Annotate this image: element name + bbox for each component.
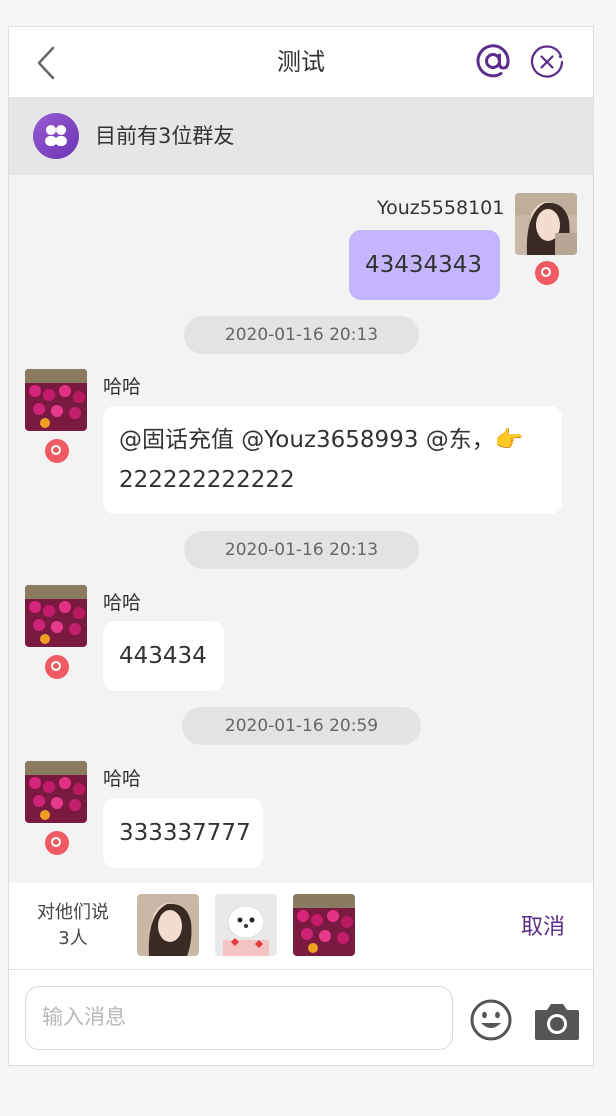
- mention-recipient-avatar[interactable]: [293, 894, 355, 956]
- camera-button[interactable]: [533, 1000, 581, 1042]
- avatar-other[interactable]: [25, 369, 87, 431]
- message-text-line: @固话充值 @Youz3658993 @东，👉: [119, 427, 524, 453]
- avatar-other[interactable]: [25, 761, 87, 823]
- exit-chat-button[interactable]: [529, 44, 565, 80]
- mention-count: 3人: [58, 928, 88, 949]
- message-list: Youz5558101 43434343 2020-01-16 20:13 哈哈…: [9, 175, 593, 883]
- cancel-mention-button[interactable]: 取消: [521, 909, 565, 941]
- input-bar: [9, 970, 593, 1065]
- sender-name: 哈哈: [103, 592, 142, 614]
- message-bubble[interactable]: 333337777: [103, 798, 263, 868]
- message-text-line: 222222222222: [119, 467, 295, 493]
- avatar-other[interactable]: [25, 585, 87, 647]
- timestamp: 2020-01-16 20:13: [184, 316, 419, 354]
- camera-icon: [535, 1004, 579, 1040]
- sender-name: Youz5558101: [377, 197, 505, 219]
- group-count-text: 目前有3位群友: [95, 124, 235, 148]
- at-mention-icon: [476, 44, 510, 78]
- group-member-bar[interactable]: 目前有3位群友: [9, 97, 593, 175]
- message-input[interactable]: [25, 986, 453, 1050]
- mention-button[interactable]: [475, 43, 511, 79]
- message-bubble[interactable]: @固话充值 @Youz3658993 @东，👉 222222222222: [103, 406, 562, 514]
- mention-recipients-bar: 对他们说 3人 取消: [9, 883, 593, 970]
- emoji-icon: [470, 999, 512, 1041]
- member-badge-icon: [535, 261, 559, 285]
- emoji-button[interactable]: [469, 998, 513, 1042]
- message-bubble[interactable]: 43434343: [349, 230, 500, 300]
- avatar-self[interactable]: [515, 193, 577, 255]
- mention-recipient-avatar[interactable]: [215, 894, 277, 956]
- message-bubble[interactable]: 443434: [103, 621, 224, 691]
- chat-window: 测试 目前有3位群友 Youz5558101 43434343 2020-01-…: [8, 26, 594, 1066]
- member-badge-icon: [45, 831, 69, 855]
- sender-name: 哈哈: [103, 376, 142, 398]
- sender-name: 哈哈: [103, 768, 142, 790]
- timestamp: 2020-01-16 20:13: [184, 531, 419, 569]
- group-members-icon: [33, 113, 79, 159]
- mention-label: 对他们说 3人: [29, 900, 117, 952]
- mention-recipient-avatar[interactable]: [137, 894, 199, 956]
- member-badge-icon: [45, 439, 69, 463]
- member-badge-icon: [45, 655, 69, 679]
- close-circle-icon: [530, 45, 564, 78]
- header: 测试: [9, 27, 593, 97]
- mention-label-line: 对他们说: [37, 902, 109, 923]
- timestamp: 2020-01-16 20:59: [182, 707, 421, 745]
